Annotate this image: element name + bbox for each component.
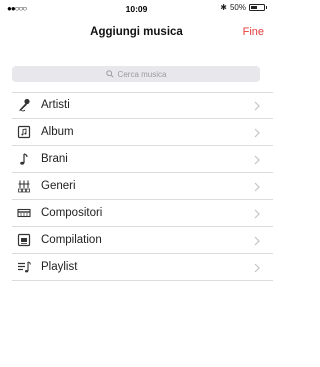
list-item-label: Generi — [41, 180, 76, 192]
row-divider — [12, 280, 273, 281]
list-item-artisti[interactable]: Artisti — [0, 92, 273, 119]
status-bar: ●●○○○ 10:09 ✱ 50% — [0, 0, 273, 18]
album-icon — [17, 125, 31, 139]
chevron-right-icon — [254, 128, 260, 138]
navigation-bar: Aggiungi musica Fine — [0, 18, 273, 44]
genres-icon — [17, 179, 31, 193]
bluetooth-icon: ✱ — [220, 3, 227, 12]
list-item-label: Playlist — [41, 261, 78, 273]
list-item-album[interactable]: Album — [0, 119, 273, 146]
list-item-label: Compositori — [41, 207, 103, 219]
list-item-compositori[interactable]: Compositori — [0, 200, 273, 227]
battery-level — [251, 6, 257, 9]
status-right: ✱ 50% — [220, 3, 267, 12]
microphone-icon — [17, 98, 31, 112]
music-note-icon — [17, 152, 31, 166]
search-placeholder: Cerca musica — [117, 69, 167, 79]
playlist-icon — [17, 260, 31, 274]
page-title: Aggiungi musica — [90, 26, 183, 38]
library-category-list: Artisti Album Brani Generi Compositori C… — [0, 92, 273, 281]
chevron-right-icon — [254, 182, 260, 192]
battery-percent: 50% — [229, 3, 246, 12]
list-item-playlist[interactable]: Playlist — [0, 254, 273, 281]
list-item-label: Brani — [41, 153, 68, 165]
chevron-right-icon — [254, 263, 260, 273]
battery-icon — [249, 4, 267, 11]
list-item-label: Compilation — [41, 234, 102, 246]
list-item-label: Album — [41, 126, 74, 138]
done-button[interactable]: Fine — [243, 26, 264, 38]
composers-icon — [17, 206, 31, 220]
chevron-right-icon — [254, 236, 260, 246]
list-item-brani[interactable]: Brani — [0, 146, 273, 173]
compilation-icon — [17, 233, 31, 247]
list-item-label: Artisti — [41, 99, 70, 111]
list-item-compilation[interactable]: Compilation — [0, 227, 273, 254]
list-item-generi[interactable]: Generi — [0, 173, 273, 200]
chevron-right-icon — [254, 155, 260, 165]
chevron-right-icon — [254, 101, 260, 111]
search-icon — [105, 70, 114, 78]
search-input[interactable]: Cerca musica — [12, 66, 260, 82]
chevron-right-icon — [254, 209, 260, 219]
